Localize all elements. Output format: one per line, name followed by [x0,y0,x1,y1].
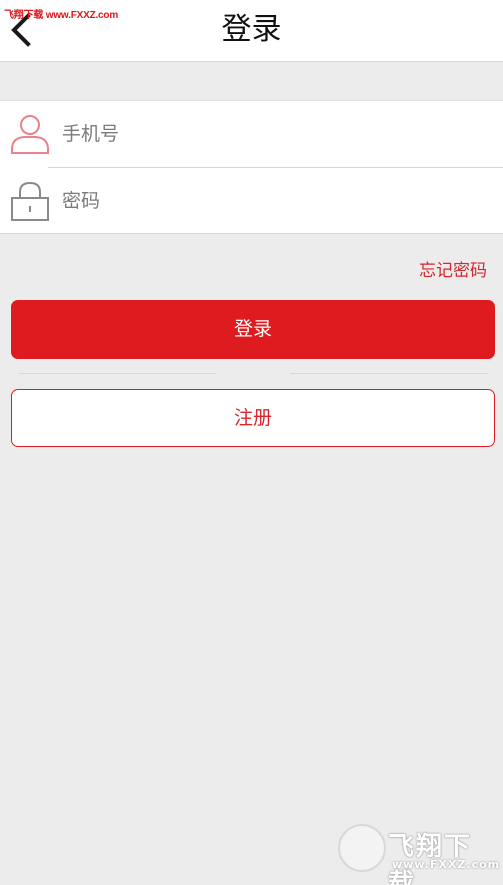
logo-emblem-icon [338,824,386,872]
user-icon [11,115,49,154]
divider-left [19,373,216,374]
divider-right [290,373,488,374]
lock-icon [11,181,49,221]
login-button[interactable]: 登录 [11,300,495,359]
watermark-text: 飞翔下载 www.FXXZ.com [4,10,119,21]
forgot-password-link[interactable]: 忘记密码 [419,256,487,281]
watermark-url: www.FXXZ.com [392,858,501,871]
phone-row [0,101,503,167]
password-input[interactable] [62,182,482,220]
login-form [0,100,503,234]
password-row [0,168,503,234]
register-button[interactable]: 注册 [11,389,495,447]
phone-input[interactable] [62,115,482,153]
watermark-brand: 飞翔下载 [388,832,473,885]
watermark-logo: 飞翔下载 www.FXXZ.com [336,824,499,885]
